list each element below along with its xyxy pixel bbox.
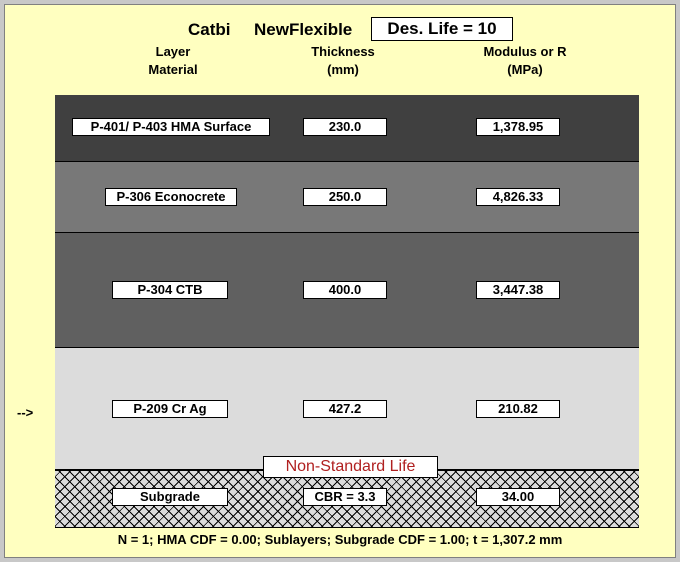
design-life-box[interactable]: Des. Life = 10 [371,17,513,41]
subgrade-cbr-field[interactable]: CBR = 3.3 [303,488,387,506]
modulus-field[interactable]: 1,378.95 [476,118,560,136]
layer-name-field[interactable]: P-304 CTB [112,281,228,299]
header-modulus-text: Modulus or R (MPa) [483,44,567,77]
modulus-field[interactable]: 210.82 [476,400,560,418]
current-layer-arrow: --> [17,405,34,420]
layer-panel-econocrete[interactable]: P-306 Econocrete 250.0 4,826.33 [55,162,639,233]
header-thickness-text: Thickness (mm) [311,44,375,77]
layer-name-field[interactable]: P-209 Cr Ag [112,400,228,418]
modulus-field[interactable]: 3,447.38 [476,281,560,299]
subgrade-panel[interactable]: Subgrade CBR = 3.3 34.00 [55,470,639,528]
header-modulus: Modulus or R (MPa) [455,43,595,79]
layer-name-field[interactable]: P-306 Econocrete [105,188,237,206]
thickness-field[interactable]: 230.0 [303,118,387,136]
subgrade-name-field[interactable]: Subgrade [112,488,228,506]
subgrade-modulus-field[interactable]: 34.00 [476,488,560,506]
header-layer-material: Layer Material [113,43,233,79]
results-footer: N = 1; HMA CDF = 0.00; Sublayers; Subgra… [117,532,563,547]
modulus-field[interactable]: 4,826.33 [476,188,560,206]
layer-panel-crushed-aggregate[interactable]: P-209 Cr Ag 427.2 210.82 [55,348,639,470]
layer-panel-hma[interactable]: P-401/ P-403 HMA Surface 230.0 1,378.95 [55,95,639,162]
header-thickness: Thickness (mm) [293,43,393,79]
thickness-field[interactable]: 427.2 [303,400,387,418]
pavement-design-window: Catbi NewFlexible Des. Life = 10 Layer M… [4,4,676,558]
thickness-field[interactable]: 400.0 [303,281,387,299]
layer-panel-ctb[interactable]: P-304 CTB 400.0 3,447.38 [55,233,639,348]
layer-name-field[interactable]: P-401/ P-403 HMA Surface [72,118,270,136]
non-standard-life-label: Non-Standard Life [263,456,438,478]
header-layer-material-text: Layer Material [148,44,198,77]
thickness-field[interactable]: 250.0 [303,188,387,206]
app-name: Catbi [188,20,231,39]
module-name: NewFlexible [254,20,353,39]
title-bar: Catbi NewFlexible Des. Life = 10 [5,17,675,43]
